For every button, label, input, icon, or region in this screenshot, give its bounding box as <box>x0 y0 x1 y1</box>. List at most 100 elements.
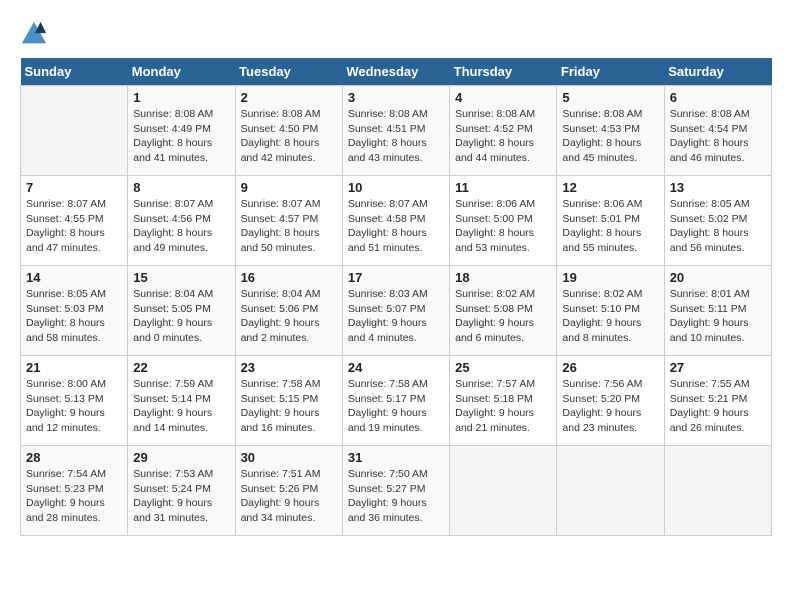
page-header <box>20 20 772 48</box>
day-number: 11 <box>455 180 551 195</box>
day-number: 12 <box>562 180 658 195</box>
calendar-cell: 12 Sunrise: 8:06 AM Sunset: 5:01 PM Dayli… <box>557 176 664 266</box>
calendar-cell: 27Sunrise: 7:55 AM Sunset: 5:21 PM Dayli… <box>664 356 771 446</box>
calendar-cell: 15 Sunrise: 8:04 AM Sunset: 5:05 PM Dayli… <box>128 266 235 356</box>
calendar-cell: 4Sunrise: 8:08 AM Sunset: 4:52 PM Daylig… <box>450 86 557 176</box>
calendar-cell: 16 Sunrise: 8:04 AM Sunset: 5:06 PM Dayli… <box>235 266 342 356</box>
day-number: 15 <box>133 270 229 285</box>
day-info: Sunrise: 8:04 AM Sunset: 5:06 PM Dayligh… <box>241 287 337 346</box>
week-row-1: 1 Sunrise: 8:08 AM Sunset: 4:49 PM Daylig… <box>21 86 772 176</box>
calendar-cell: 21 Sunrise: 8:00 AM Sunset: 5:13 PM Dayli… <box>21 356 128 446</box>
calendar-cell: 28Sunrise: 7:54 AM Sunset: 5:23 PM Dayli… <box>21 446 128 536</box>
day-info: Sunrise: 8:04 AM Sunset: 5:05 PM Dayligh… <box>133 287 229 346</box>
day-number: 28 <box>26 450 122 465</box>
day-number: 13 <box>670 180 766 195</box>
weekday-header-thursday: Thursday <box>450 58 557 86</box>
day-number: 14 <box>26 270 122 285</box>
day-number: 23 <box>241 360 337 375</box>
calendar-cell: 10 Sunrise: 8:07 AM Sunset: 4:58 PM Dayli… <box>342 176 449 266</box>
calendar-cell <box>450 446 557 536</box>
calendar-cell: 26Sunrise: 7:56 AM Sunset: 5:20 PM Dayli… <box>557 356 664 446</box>
calendar-cell: 23 Sunrise: 7:58 AM Sunset: 5:15 PM Dayli… <box>235 356 342 446</box>
day-info: Sunrise: 7:59 AM Sunset: 5:14 PM Dayligh… <box>133 377 229 436</box>
day-number: 6 <box>670 90 766 105</box>
calendar-cell: 14 Sunrise: 8:05 AM Sunset: 5:03 PM Dayli… <box>21 266 128 356</box>
day-number: 9 <box>241 180 337 195</box>
weekday-header-sunday: Sunday <box>21 58 128 86</box>
weekday-header-saturday: Saturday <box>664 58 771 86</box>
calendar-cell: 20 Sunrise: 8:01 AM Sunset: 5:11 PM Dayli… <box>664 266 771 356</box>
day-number: 17 <box>348 270 444 285</box>
day-info: Sunrise: 8:08 AM Sunset: 4:49 PM Dayligh… <box>133 107 229 166</box>
weekday-header-row: SundayMondayTuesdayWednesdayThursdayFrid… <box>21 58 772 86</box>
day-info: Sunrise: 7:50 AM Sunset: 5:27 PM Dayligh… <box>348 467 444 526</box>
calendar-table: SundayMondayTuesdayWednesdayThursdayFrid… <box>20 58 772 536</box>
day-info: Sunrise: 8:06 AM Sunset: 5:01 PM Dayligh… <box>562 197 658 256</box>
day-number: 22 <box>133 360 229 375</box>
day-number: 7 <box>26 180 122 195</box>
day-info: Sunrise: 7:57 AM Sunset: 5:18 PM Dayligh… <box>455 377 551 436</box>
week-row-5: 28Sunrise: 7:54 AM Sunset: 5:23 PM Dayli… <box>21 446 772 536</box>
day-info: Sunrise: 8:03 AM Sunset: 5:07 PM Dayligh… <box>348 287 444 346</box>
calendar-cell: 18 Sunrise: 8:02 AM Sunset: 5:08 PM Dayli… <box>450 266 557 356</box>
day-info: Sunrise: 8:02 AM Sunset: 5:10 PM Dayligh… <box>562 287 658 346</box>
logo-icon <box>20 20 48 48</box>
day-info: Sunrise: 8:08 AM Sunset: 4:54 PM Dayligh… <box>670 107 766 166</box>
day-info: Sunrise: 8:02 AM Sunset: 5:08 PM Dayligh… <box>455 287 551 346</box>
day-number: 24 <box>348 360 444 375</box>
calendar-cell: 6 Sunrise: 8:08 AM Sunset: 4:54 PM Daylig… <box>664 86 771 176</box>
day-number: 26 <box>562 360 658 375</box>
day-number: 19 <box>562 270 658 285</box>
calendar-cell: 2 Sunrise: 8:08 AM Sunset: 4:50 PM Daylig… <box>235 86 342 176</box>
day-info: Sunrise: 7:53 AM Sunset: 5:24 PM Dayligh… <box>133 467 229 526</box>
calendar-cell: 13Sunrise: 8:05 AM Sunset: 5:02 PM Dayli… <box>664 176 771 266</box>
week-row-4: 21 Sunrise: 8:00 AM Sunset: 5:13 PM Dayli… <box>21 356 772 446</box>
day-info: Sunrise: 8:06 AM Sunset: 5:00 PM Dayligh… <box>455 197 551 256</box>
day-number: 21 <box>26 360 122 375</box>
day-info: Sunrise: 8:00 AM Sunset: 5:13 PM Dayligh… <box>26 377 122 436</box>
day-number: 10 <box>348 180 444 195</box>
calendar-cell: 31 Sunrise: 7:50 AM Sunset: 5:27 PM Dayli… <box>342 446 449 536</box>
day-info: Sunrise: 7:51 AM Sunset: 5:26 PM Dayligh… <box>241 467 337 526</box>
day-number: 29 <box>133 450 229 465</box>
calendar-cell: 3 Sunrise: 8:08 AM Sunset: 4:51 PM Daylig… <box>342 86 449 176</box>
calendar-cell: 19 Sunrise: 8:02 AM Sunset: 5:10 PM Dayli… <box>557 266 664 356</box>
day-number: 31 <box>348 450 444 465</box>
day-info: Sunrise: 8:01 AM Sunset: 5:11 PM Dayligh… <box>670 287 766 346</box>
day-info: Sunrise: 8:08 AM Sunset: 4:52 PM Dayligh… <box>455 107 551 166</box>
day-info: Sunrise: 8:08 AM Sunset: 4:53 PM Dayligh… <box>562 107 658 166</box>
day-number: 16 <box>241 270 337 285</box>
weekday-header-monday: Monday <box>128 58 235 86</box>
week-row-2: 7 Sunrise: 8:07 AM Sunset: 4:55 PM Daylig… <box>21 176 772 266</box>
calendar-cell: 7 Sunrise: 8:07 AM Sunset: 4:55 PM Daylig… <box>21 176 128 266</box>
weekday-header-tuesday: Tuesday <box>235 58 342 86</box>
day-number: 8 <box>133 180 229 195</box>
day-number: 20 <box>670 270 766 285</box>
calendar-cell: 5 Sunrise: 8:08 AM Sunset: 4:53 PM Daylig… <box>557 86 664 176</box>
day-info: Sunrise: 8:07 AM Sunset: 4:57 PM Dayligh… <box>241 197 337 256</box>
day-info: Sunrise: 8:07 AM Sunset: 4:58 PM Dayligh… <box>348 197 444 256</box>
day-info: Sunrise: 8:07 AM Sunset: 4:56 PM Dayligh… <box>133 197 229 256</box>
day-info: Sunrise: 7:58 AM Sunset: 5:15 PM Dayligh… <box>241 377 337 436</box>
day-number: 1 <box>133 90 229 105</box>
day-number: 2 <box>241 90 337 105</box>
day-number: 3 <box>348 90 444 105</box>
day-info: Sunrise: 8:05 AM Sunset: 5:03 PM Dayligh… <box>26 287 122 346</box>
day-number: 27 <box>670 360 766 375</box>
day-info: Sunrise: 8:07 AM Sunset: 4:55 PM Dayligh… <box>26 197 122 256</box>
calendar-cell: 30 Sunrise: 7:51 AM Sunset: 5:26 PM Dayli… <box>235 446 342 536</box>
calendar-cell <box>557 446 664 536</box>
calendar-cell: 1 Sunrise: 8:08 AM Sunset: 4:49 PM Daylig… <box>128 86 235 176</box>
calendar-cell: 11 Sunrise: 8:06 AM Sunset: 5:00 PM Dayli… <box>450 176 557 266</box>
day-number: 30 <box>241 450 337 465</box>
day-info: Sunrise: 8:08 AM Sunset: 4:50 PM Dayligh… <box>241 107 337 166</box>
day-number: 18 <box>455 270 551 285</box>
day-number: 5 <box>562 90 658 105</box>
calendar-cell: 22 Sunrise: 7:59 AM Sunset: 5:14 PM Dayli… <box>128 356 235 446</box>
day-number: 25 <box>455 360 551 375</box>
logo <box>20 20 52 48</box>
day-info: Sunrise: 7:58 AM Sunset: 5:17 PM Dayligh… <box>348 377 444 436</box>
calendar-cell: 9 Sunrise: 8:07 AM Sunset: 4:57 PM Daylig… <box>235 176 342 266</box>
day-info: Sunrise: 8:08 AM Sunset: 4:51 PM Dayligh… <box>348 107 444 166</box>
calendar-cell: 8 Sunrise: 8:07 AM Sunset: 4:56 PM Daylig… <box>128 176 235 266</box>
